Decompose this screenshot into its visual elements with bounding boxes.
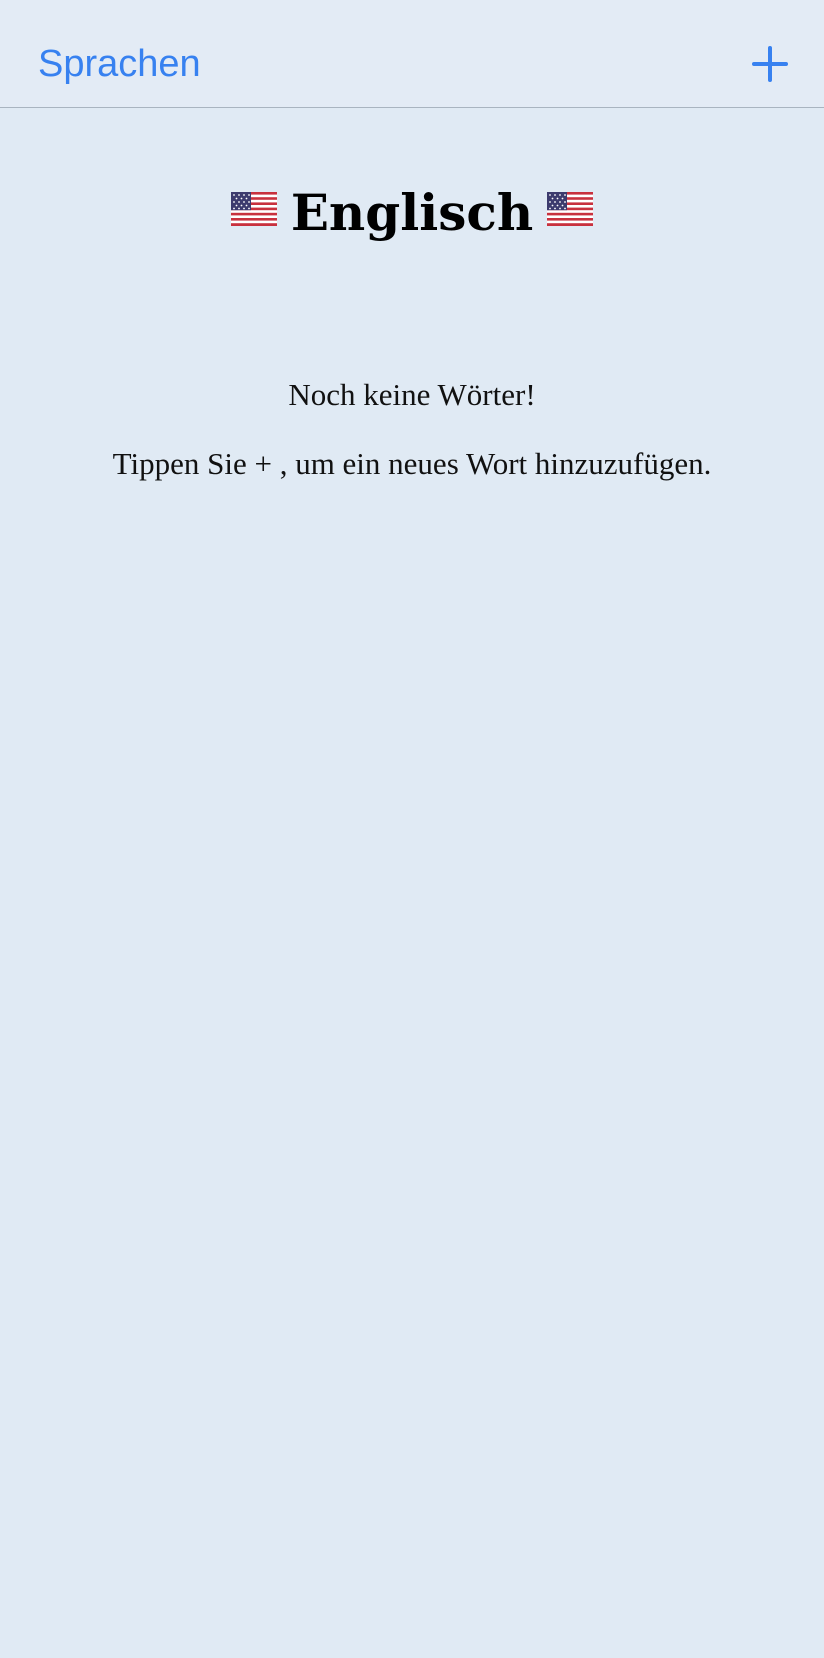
- language-name: Englisch: [290, 183, 534, 242]
- back-button-languages[interactable]: Sprachen: [38, 40, 201, 88]
- empty-state-hint: Tippen Sie + , um ein neues Wort hinzuzu…: [112, 446, 712, 481]
- empty-state-title: Noch keine Wörter!: [288, 377, 536, 412]
- navigation-bar: Sprachen: [0, 0, 824, 108]
- us-flag-icon: [547, 192, 594, 226]
- plus-icon: [752, 46, 788, 82]
- add-word-button[interactable]: [746, 40, 794, 88]
- language-title: Englisch: [0, 178, 824, 248]
- us-flag-icon: [230, 192, 277, 226]
